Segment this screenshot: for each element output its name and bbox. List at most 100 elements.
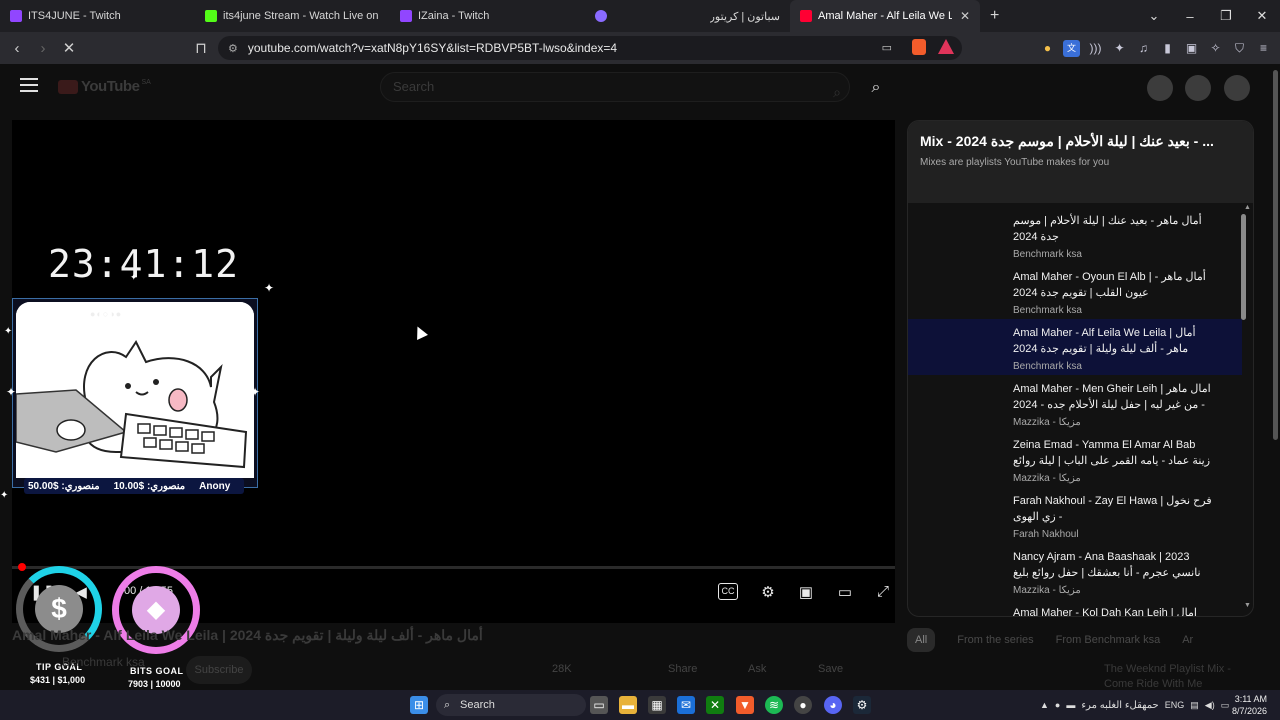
channel-name[interactable]: Benchmark ksa [62, 655, 145, 669]
taskbar-search[interactable]: ⌕ Search [436, 694, 586, 716]
brave-browser-icon[interactable]: ▼ [736, 696, 754, 714]
close-tab-icon[interactable]: ✕ [960, 9, 970, 23]
chip-arabic[interactable]: Ar [1182, 634, 1193, 646]
translate-icon[interactable]: 文 [1063, 39, 1080, 57]
scroll-up-arrow-icon[interactable]: ▲ [1244, 204, 1251, 211]
battery-icon[interactable]: ▭ [1221, 700, 1230, 711]
tab-its4june-twitch[interactable]: ITS4JUNE - Twitch [0, 0, 195, 32]
like-count[interactable]: 28K [552, 663, 572, 675]
hamburger-menu-icon[interactable] [20, 78, 38, 92]
volume-icon[interactable]: ◀) [1205, 700, 1215, 711]
item-channel: Mazzika - مزيكا [1013, 473, 1081, 484]
close-window-icon[interactable]: ✕ [1244, 8, 1280, 24]
playlist-item-current[interactable]: Amal Maher - Alf Leila We Leila | أمال م… [908, 319, 1242, 375]
progress-scrubber[interactable] [18, 563, 26, 571]
item-title: Amal Maher - Alf Leila We Leila | أمال م… [1013, 327, 1196, 355]
network-icon[interactable]: ▤ [1190, 700, 1199, 711]
sidebar-icon[interactable]: ▮ [1159, 40, 1176, 57]
fullscreen-icon[interactable]: ⤢ [872, 583, 894, 601]
page-scrollbar[interactable] [1271, 64, 1280, 690]
url-field[interactable]: ⚙ youtube.com/watch?v=xatN8pY16SY&list=R… [218, 36, 962, 60]
vpn-icon[interactable]: ⛉ [1231, 40, 1248, 57]
youtube-logo[interactable]: YouTube SA [58, 78, 151, 95]
back-icon[interactable]: ‹ [4, 40, 30, 57]
playlist-item[interactable]: Farah Nakhoul - Zay El Hawa | فرح نخول -… [908, 487, 1242, 543]
extension-icon[interactable]: ● [1039, 40, 1056, 57]
ask-button[interactable]: Ask [748, 663, 766, 675]
create-button[interactable] [1147, 75, 1173, 101]
miniplayer-icon[interactable]: ▣ [795, 583, 817, 601]
playlist-scrollbar-thumb[interactable] [1241, 214, 1246, 320]
xbox-icon[interactable]: ✕ [706, 696, 724, 714]
stop-loading-icon[interactable]: ✕ [56, 39, 82, 57]
tray-app-icon[interactable]: ● [1055, 700, 1060, 710]
forward-icon[interactable]: › [30, 40, 56, 57]
playlist-item[interactable]: Amal Maher - Men Gheir Leih | امال ماهر … [908, 375, 1242, 431]
outlook-icon[interactable]: ✉ [677, 696, 695, 714]
share-button[interactable]: Share [668, 663, 697, 675]
search-icon: ⌕ [871, 79, 881, 96]
tray-app-icon[interactable]: ▲ [1040, 700, 1049, 710]
item-channel: Mazzika - مزيكا [1013, 585, 1081, 596]
address-toolbar: ‹ › ✕ ⊓ ⚙ youtube.com/watch?v=xatN8pY16S… [0, 32, 1280, 64]
tab-kick-stream[interactable]: its4june Stream - Watch Live on K [195, 0, 390, 32]
avatar[interactable] [1224, 75, 1250, 101]
scroll-down-arrow-icon[interactable]: ▼ [1244, 602, 1251, 609]
stream-clock: 23:41:12 [48, 242, 240, 286]
chip-from-channel[interactable]: From Benchmark ksa [1056, 634, 1161, 646]
bookmark-icon[interactable]: ⊓ [188, 39, 214, 57]
site-info-icon[interactable]: ⚙ [228, 42, 238, 55]
search-button[interactable]: ⌕ [856, 74, 896, 102]
tab-arabic[interactable]: سباتون | كريتور [695, 0, 790, 32]
notifications-button[interactable] [1185, 75, 1211, 101]
new-tab-button[interactable]: + [980, 0, 1010, 32]
related-video-title[interactable]: The Weeknd Playlist Mix - Come Ride With… [1104, 662, 1231, 692]
menu-icon[interactable]: ≡ [1255, 40, 1272, 57]
store-icon[interactable]: ▦ [648, 696, 666, 714]
language-indicator[interactable]: ENG [1165, 700, 1185, 710]
discord-icon[interactable]: ◕ [824, 696, 842, 714]
page-scrollbar-thumb[interactable] [1273, 70, 1278, 440]
playlist-subtitle: Mixes are playlists YouTube makes for yo… [920, 157, 1110, 168]
restore-icon[interactable]: ❐ [1208, 8, 1244, 24]
item-title: Amal Maher - Oyoun El Alb | أمال ماهر - … [1013, 271, 1206, 299]
item-channel: Mazzika - مزيكا [1013, 417, 1081, 428]
file-explorer-icon[interactable]: ▬ [619, 696, 637, 714]
minimize-icon[interactable]: – [1172, 9, 1208, 24]
puzzle-icon[interactable]: ✦ [1111, 40, 1128, 57]
tray-app-icon[interactable]: ▬ [1066, 700, 1075, 710]
tab-amal-maher-youtube[interactable]: Amal Maher - Alf Leila We Leila | ✕ [790, 0, 980, 32]
ai-icon[interactable]: ✧ [1207, 40, 1224, 57]
brave-rewards-icon[interactable] [938, 39, 954, 54]
chip-all[interactable]: All [907, 628, 936, 652]
search-input[interactable]: Search ⌕ [380, 72, 850, 102]
captions-icon[interactable]: CC [718, 583, 738, 600]
playlist-item[interactable]: أمال ماهر - بعيد عنك | ليلة الأحلام | مو… [908, 207, 1242, 263]
steam-icon[interactable]: ⚙ [853, 696, 871, 714]
cast-to-tv-icon[interactable]: ▭ [834, 583, 856, 601]
chip-from-series[interactable]: From the series [957, 634, 1033, 646]
playlist-item[interactable]: Amal Maher - Oyoun El Alb | أمال ماهر - … [908, 263, 1242, 319]
github-icon[interactable]: ● [794, 696, 812, 714]
tab-list-chevron-icon[interactable]: ⌄ [1136, 8, 1172, 24]
playlist-item[interactable]: Zeina Emad - Yamma El Amar Al Bab زينة ع… [908, 431, 1242, 487]
spotify-icon[interactable]: ≋ [765, 696, 783, 714]
subscribe-button[interactable]: Subscribe [186, 656, 252, 684]
audio-icon[interactable]: ))) [1087, 40, 1104, 57]
music-icon[interactable]: ♫ [1135, 40, 1152, 57]
sparkle-icon: ✦ [130, 272, 138, 282]
tab-unnamed[interactable] [585, 0, 695, 32]
wallet-icon[interactable]: ▣ [1183, 40, 1200, 57]
save-button[interactable]: Save [818, 663, 843, 675]
playlist-item[interactable]: Amal Maher - Kol Dah Kan Leih | امال [908, 599, 1242, 616]
brave-shield-icon[interactable] [912, 39, 926, 55]
task-view-icon[interactable]: ▭ [590, 696, 608, 714]
bongo-cat-image [16, 302, 254, 478]
tab-izaina-twitch[interactable]: IZaina - Twitch [390, 0, 585, 32]
cast-icon[interactable]: ▭ [882, 41, 892, 54]
windows-start-icon[interactable]: ⊞ [410, 696, 428, 714]
bongo-cat-overlay [12, 298, 258, 488]
playlist-item[interactable]: Nancy Ajram - Ana Baashaak | 2023 نانسي … [908, 543, 1242, 599]
taskbar-clock[interactable]: 3:11 AM 8/7/2026 [1232, 693, 1267, 717]
settings-gear-icon[interactable]: ⚙ [757, 583, 779, 601]
